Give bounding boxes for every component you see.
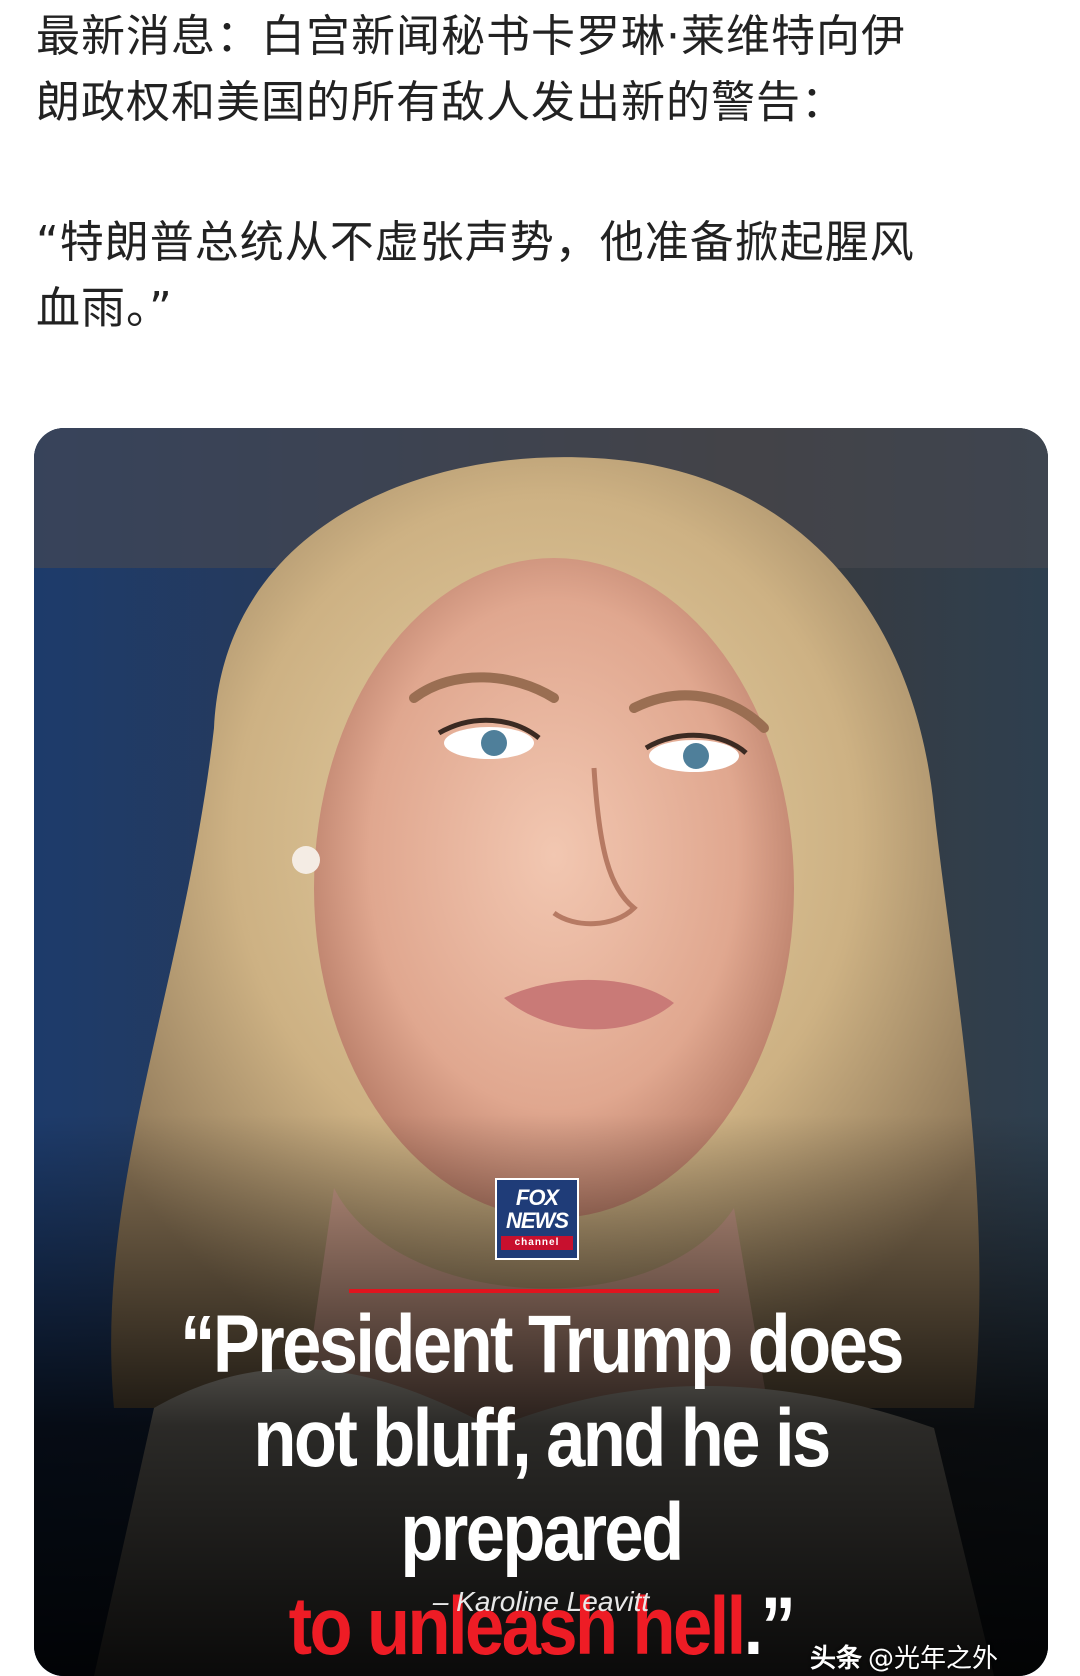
fox-logo-line-3: channel: [501, 1236, 573, 1250]
post-text-line-1: 最新消息：白宫新闻秘书卡罗琳·莱维特向伊: [36, 11, 906, 62]
post-text-line-2: 朗政权和美国的所有敌人发出新的警告：: [36, 77, 846, 128]
red-divider: [349, 1289, 719, 1293]
quote-attribution: – Karoline Leavitt: [432, 1586, 650, 1617]
toutiao-watermark: 头条 @光年之外: [810, 1638, 998, 1675]
post-quote-line-2: 血雨。”: [36, 283, 173, 334]
fox-news-logo: FOX NEWS channel: [495, 1178, 579, 1260]
watermark-brand: 头条: [809, 1644, 862, 1674]
fox-logo-line-2: NEWS: [506, 1208, 569, 1233]
post-quote-line-1: “特朗普总统从不虚张声势，他准备掀起腥风: [36, 217, 915, 268]
watermark-handle: @光年之外: [867, 1644, 998, 1674]
post-text: 最新消息：白宫新闻秘书卡罗琳·莱维特向伊 朗政权和美国的所有敌人发出新的警告： …: [36, 4, 1046, 342]
quote-white-text: “President Trump does not bluff, and he …: [180, 1299, 904, 1578]
post-image[interactable]: FOX NEWS channel “President Trump does n…: [34, 428, 1048, 1676]
fox-logo-line-1: FOX: [515, 1185, 559, 1210]
